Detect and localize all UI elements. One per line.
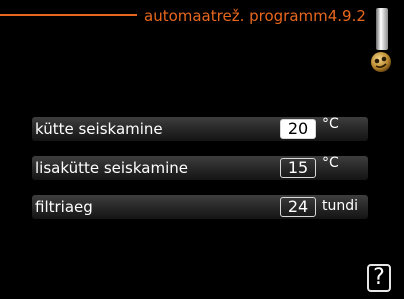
heating-stop-unit: °C bbox=[322, 116, 339, 132]
filter-time-value[interactable]: 24 bbox=[280, 197, 316, 217]
help-button[interactable]: ? bbox=[367, 264, 391, 292]
heating-stop-value[interactable]: 20 bbox=[280, 119, 316, 139]
filter-time-unit: tundi bbox=[322, 198, 359, 214]
setting-row-filter-time[interactable]: filtriaeg 24 tundi bbox=[32, 195, 368, 219]
scroll-slider-icon[interactable] bbox=[376, 8, 388, 50]
setting-row-heating-stop[interactable]: kütte seiskamine 20 °C bbox=[32, 116, 368, 141]
aux-heating-stop-value[interactable]: 15 bbox=[280, 158, 316, 178]
page-title: automaatrež. programm4.9.2 bbox=[144, 7, 366, 25]
setting-row-aux-heating-stop[interactable]: lisakütte seiskamine 15 °C bbox=[32, 155, 368, 180]
knob-face-icon[interactable] bbox=[370, 51, 392, 73]
setting-label-heating-stop: kütte seiskamine bbox=[35, 120, 163, 138]
setting-label-aux-heating-stop: lisakütte seiskamine bbox=[35, 159, 188, 177]
setting-label-filter-time: filtriaeg bbox=[35, 198, 93, 216]
header-accent-line bbox=[0, 14, 137, 16]
aux-heating-stop-unit: °C bbox=[322, 155, 339, 171]
